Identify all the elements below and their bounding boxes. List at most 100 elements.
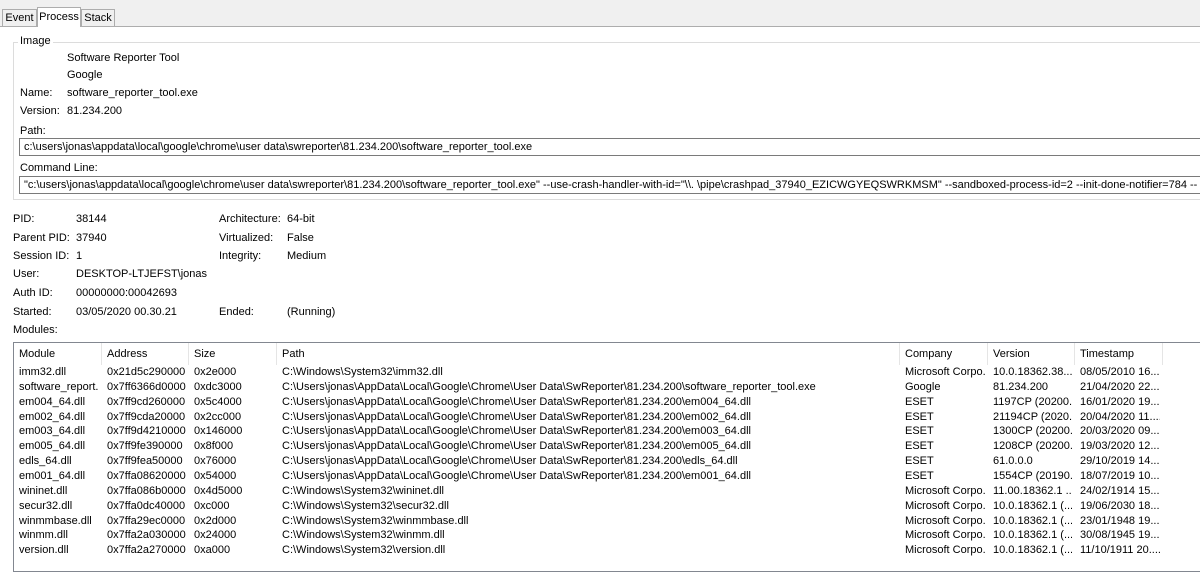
cell-address: 0x7ff9fe390000 (107, 440, 183, 453)
cell-company: Microsoft Corpo... (905, 529, 985, 542)
table-row[interactable]: secur32.dll 0x7ffa0dc40000 0xc000 C:\Window… (14, 499, 1200, 514)
cell-module: secur32.dll (19, 499, 73, 512)
path-field[interactable]: c:\users\jonas\appdata\local\google\chro… (19, 138, 1200, 156)
cell-version: 10.0.18362.1 (... (993, 544, 1072, 557)
cell-size: 0xa000 (194, 544, 231, 557)
cell-module: winmmbase.dll (19, 514, 92, 527)
cell-path: C:\Windows\System32\wininet.dll (282, 484, 445, 497)
started-value: 03/05/2020 00.30.21 (76, 306, 177, 318)
cell-size: 0x146000 (194, 425, 243, 438)
cell-module: em004_64.dll (19, 395, 86, 408)
cell-version: 1300CP (20200... (993, 425, 1072, 438)
cell-address: 0x7ffa2a270000 (107, 544, 186, 557)
cell-company: Microsoft Corpo... (905, 514, 985, 527)
cell-company: Google (905, 380, 941, 393)
ended-value: (Running) (287, 306, 336, 318)
version-value: 81.234.200 (67, 105, 123, 117)
architecture-label: Architecture: (219, 213, 281, 225)
column-header-version[interactable]: Version (988, 343, 1075, 365)
cell-path: C:\Users\jonas\AppData\Local\Google\Chro… (282, 395, 751, 408)
cell-module: em001_64.dll (19, 469, 86, 482)
modules-header: Module Address Size Path Company Version Times… (14, 343, 1200, 365)
cell-version: 1208CP (20200... (993, 440, 1072, 453)
cell-version: 10.0.18362.1 (... (993, 514, 1072, 527)
cell-path: C:\Windows\System32\winmm.dll (282, 529, 445, 542)
cell-timestamp: 23/01/1948 19.... (1080, 514, 1160, 527)
integrity-value: Medium (287, 250, 327, 262)
cell-address: 0x7ffa2a030000 (107, 529, 186, 542)
modules-label: Modules: (13, 324, 58, 336)
cell-company: ESET (905, 440, 934, 453)
architecture-value: 64-bit (287, 213, 315, 225)
cell-timestamp: 20/03/2020 09.... (1080, 425, 1160, 438)
column-header-address[interactable]: Address (102, 343, 189, 365)
cell-company: Microsoft Corpo... (905, 499, 985, 512)
cell-size: 0xc000 (194, 499, 230, 512)
cell-path: C:\Windows\System32\winmmbase.dll (282, 514, 469, 527)
virtualized-value: False (287, 232, 314, 244)
cell-address: 0x7ffa08620000 (107, 469, 186, 482)
cell-address: 0x7ff9cd260000 (107, 395, 186, 408)
column-header-timestamp[interactable]: Timestamp (1075, 343, 1163, 365)
cell-module: software_report... (19, 380, 99, 393)
cell-path: C:\Users\jonas\AppData\Local\Google\Chro… (282, 455, 738, 468)
image-description: Software Reporter Tool (67, 52, 180, 64)
column-header-path[interactable]: Path (277, 343, 900, 365)
cell-address: 0x7ff9d4210000 (107, 425, 186, 438)
version-label: Version: (20, 105, 60, 117)
cell-size: 0x24000 (194, 529, 237, 542)
table-row[interactable]: edls_64.dll 0x7ff9fea50000 0x76000 C:\Users… (14, 454, 1200, 469)
column-header-module[interactable]: Module (14, 343, 102, 365)
table-row[interactable]: wininet.dll 0x7ffa086b0000 0x4d5000 C:\Wind… (14, 484, 1200, 499)
command-line-field[interactable]: "c:\users\jonas\appdata\local\google\chr… (19, 176, 1200, 194)
cell-version: 1554CP (20190... (993, 469, 1072, 482)
cell-version: 10.0.18362.1 (... (993, 529, 1072, 542)
cell-address: 0x7ffa086b0000 (107, 484, 186, 497)
command-line-label: Command Line: (20, 162, 98, 174)
cell-size: 0xdc3000 (194, 380, 242, 393)
cell-path: C:\Users\jonas\AppData\Local\Google\Chro… (282, 410, 751, 423)
tab-event[interactable]: Event (2, 9, 37, 26)
cell-version: 61.0.0.0 (993, 455, 1033, 468)
cell-timestamp: 11/10/1911 20.... (1080, 544, 1160, 557)
cell-timestamp: 19/06/2030 18.... (1080, 499, 1160, 512)
column-header-size[interactable]: Size (189, 343, 277, 365)
table-row[interactable]: em002_64.dll 0x7ff9cda20000 0x2cc000 C:\Use… (14, 410, 1200, 425)
cell-size: 0x2d000 (194, 514, 237, 527)
cell-version: 21194CP (2020... (993, 410, 1072, 423)
cell-module: version.dll (19, 544, 69, 557)
tab-process[interactable]: Process (37, 7, 81, 27)
table-row[interactable]: em005_64.dll 0x7ff9fe390000 0x8f000 C:\User… (14, 439, 1200, 454)
table-row[interactable]: winmmbase.dll 0x7ffa29ec0000 0x2d000 C:\Win… (14, 514, 1200, 529)
user-value: DESKTOP-LTJEFST\jonas (76, 268, 208, 280)
cell-module: winmm.dll (19, 529, 68, 542)
path-label: Path: (20, 125, 46, 137)
cell-address: 0x7ff9cda20000 (107, 410, 186, 423)
cell-address: 0x7ffa29ec0000 (107, 514, 186, 527)
integrity-label: Integrity: (219, 250, 262, 262)
table-row[interactable]: software_report... 0x7ff6366d0000 0xdc3000… (14, 380, 1200, 395)
table-row[interactable]: imm32.dll 0x21d5c290000 0x2e000 C:\Windows\… (14, 365, 1200, 380)
cell-timestamp: 20/04/2020 11.... (1080, 410, 1160, 423)
cell-address: 0x7ff9fea50000 (107, 455, 183, 468)
tab-strip (0, 0, 1200, 26)
cell-company: ESET (905, 410, 934, 423)
cell-company: Microsoft Corpo... (905, 484, 985, 497)
table-row[interactable]: em003_64.dll 0x7ff9d4210000 0x146000 C:\Use… (14, 424, 1200, 439)
column-header-company[interactable]: Company (900, 343, 988, 365)
cell-company: Microsoft Corpo... (905, 544, 985, 557)
cell-company: ESET (905, 469, 934, 482)
image-group-legend: Image (18, 35, 53, 47)
cell-version: 81.234.200 (993, 380, 1049, 393)
table-row[interactable]: version.dll 0x7ffa2a270000 0xa000 C:\Window… (14, 543, 1200, 558)
cell-company: ESET (905, 455, 934, 468)
table-row[interactable]: winmm.dll 0x7ffa2a030000 0x24000 C:\Windows… (14, 528, 1200, 543)
modules-list[interactable]: Module Address Size Path Company Version Times… (13, 342, 1200, 572)
cell-size: 0x54000 (194, 469, 237, 482)
cell-path: C:\Users\jonas\AppData\Local\Google\Chro… (282, 469, 751, 482)
table-row[interactable]: em001_64.dll 0x7ffa08620000 0x54000 C:\User… (14, 469, 1200, 484)
table-row[interactable]: em004_64.dll 0x7ff9cd260000 0x5c4000 C:\Use… (14, 395, 1200, 410)
session-id-value: 1 (76, 250, 83, 262)
tab-stack[interactable]: Stack (81, 9, 115, 26)
cell-version: 1197CP (20200... (993, 395, 1072, 408)
